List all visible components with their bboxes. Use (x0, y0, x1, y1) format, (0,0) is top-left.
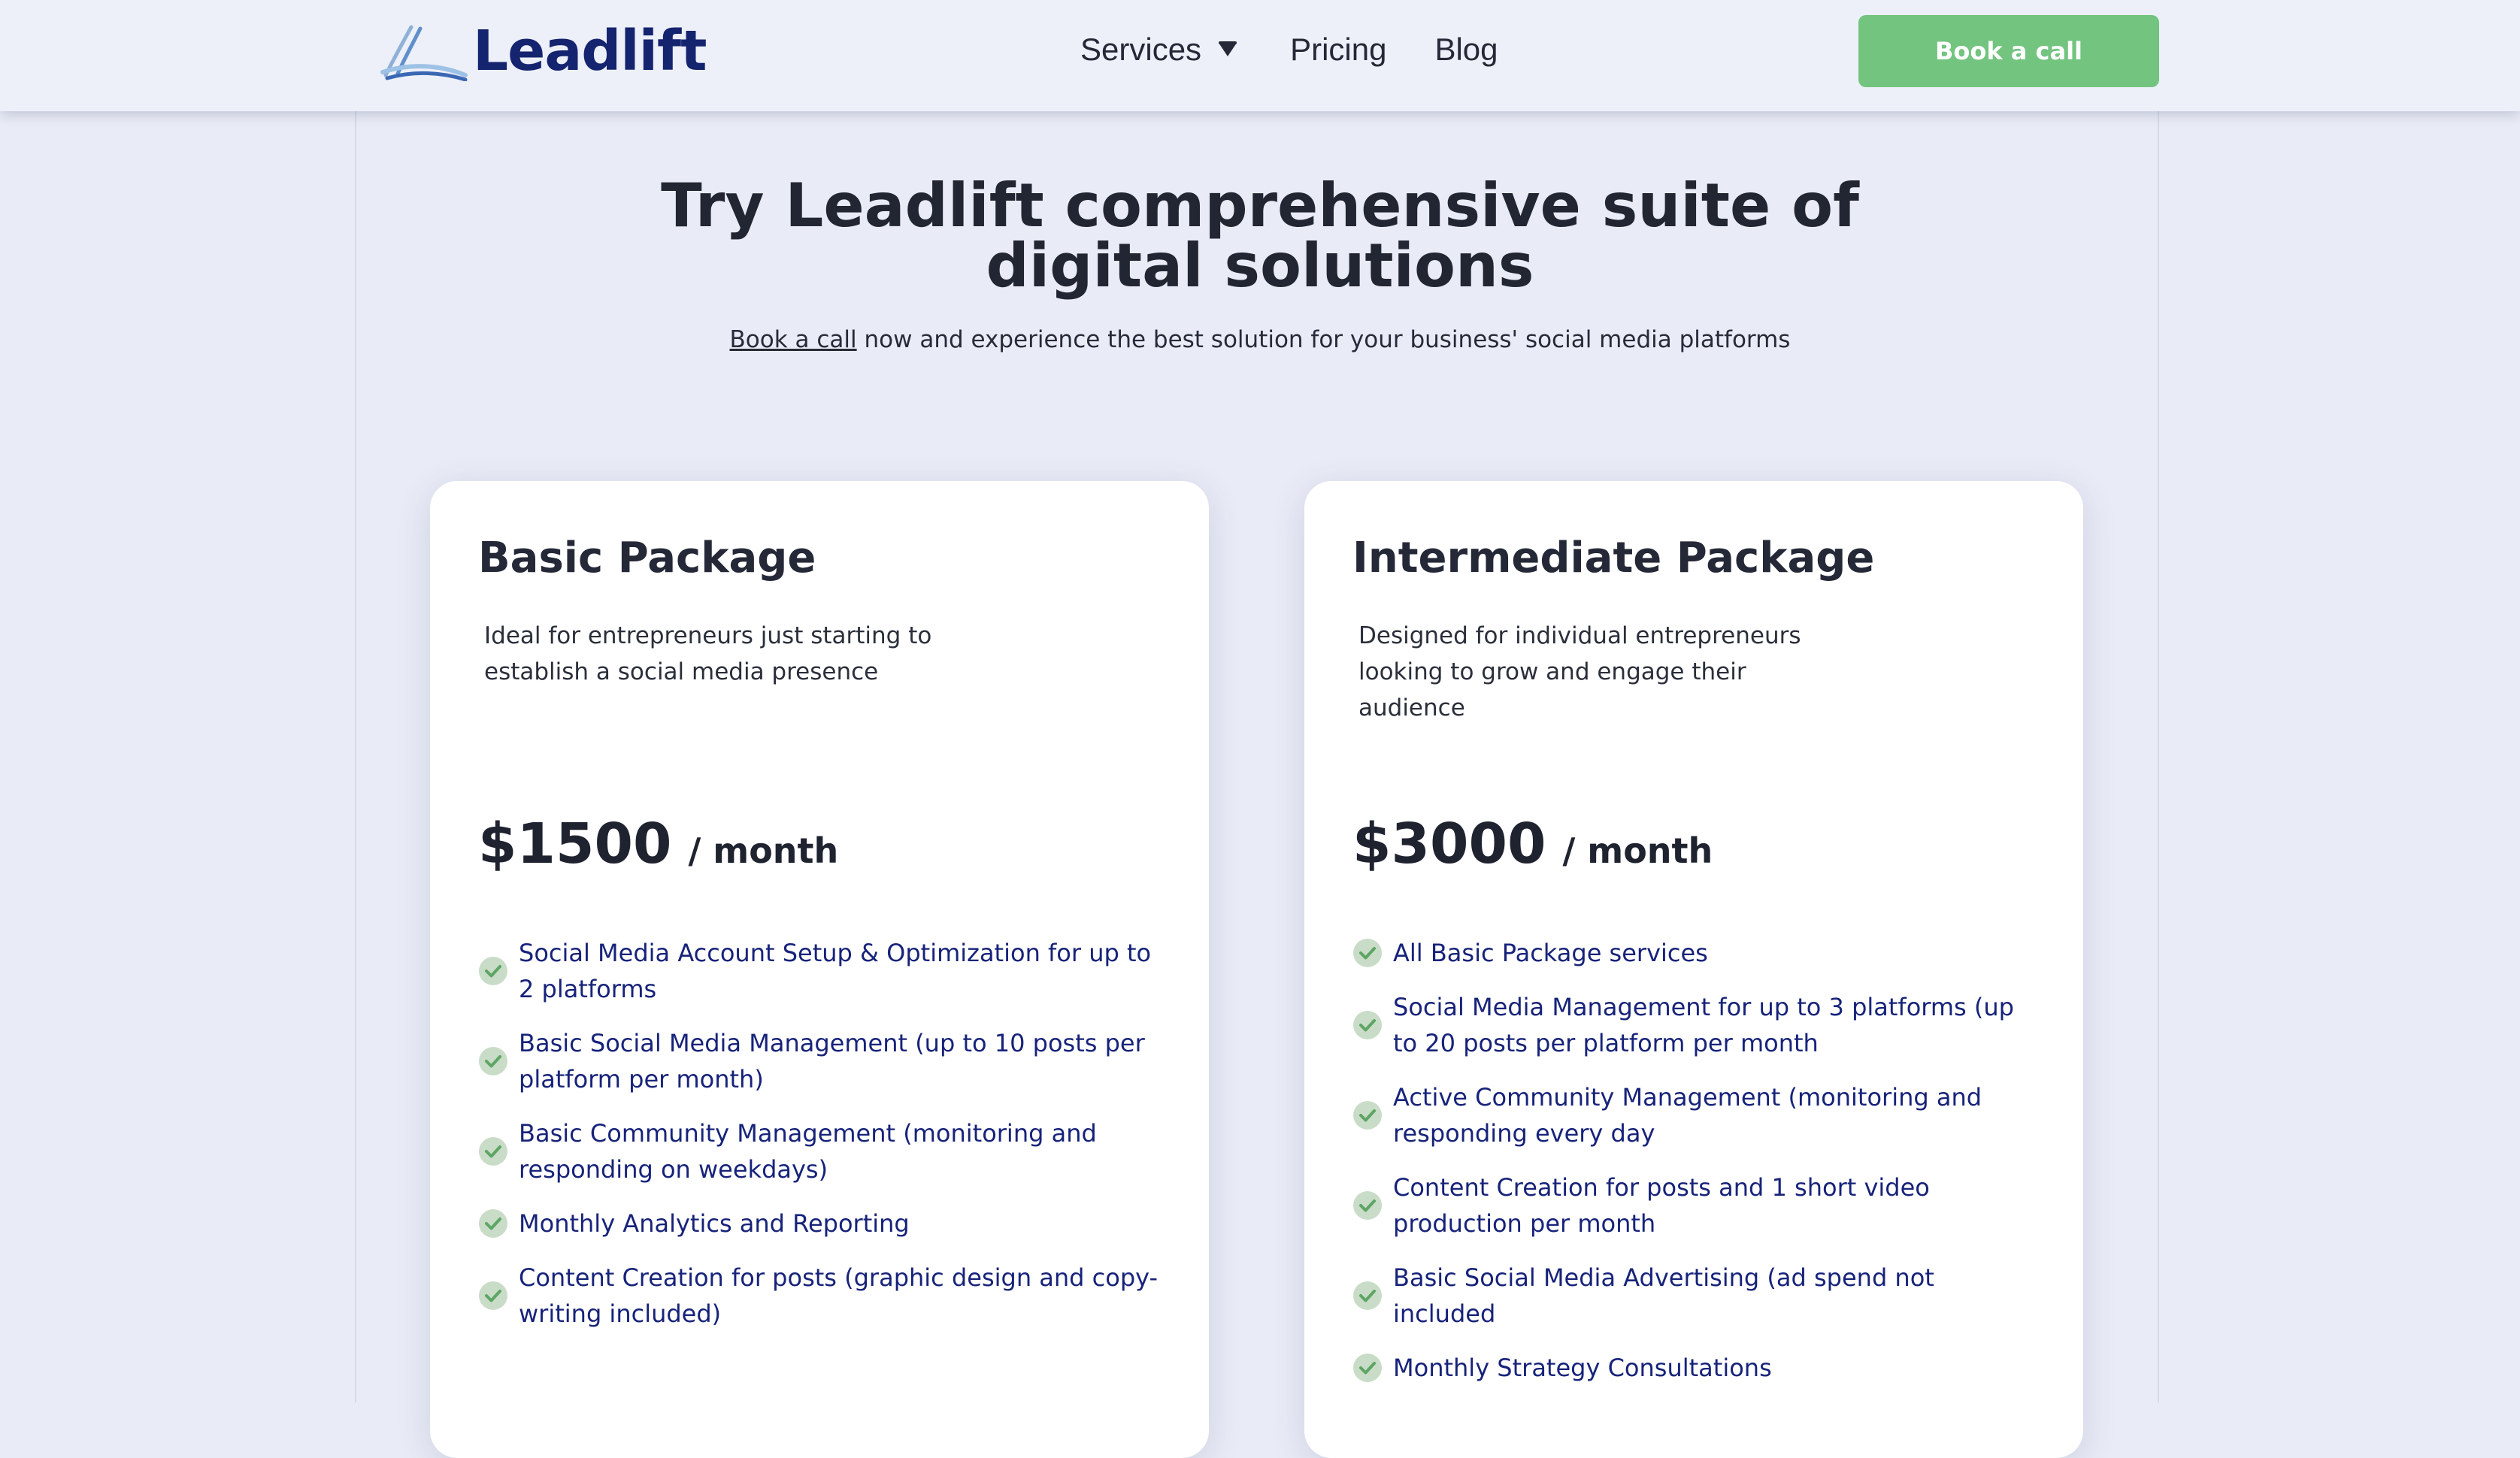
package-price: $3000 / month (1352, 812, 1713, 876)
nav-blog[interactable]: Blog (1434, 32, 1498, 68)
hero-title: Try Leadlift comprehensive suite of digi… (0, 176, 2520, 296)
main-nav: Services Pricing Blog (1080, 26, 1498, 74)
nav-pricing[interactable]: Pricing (1290, 32, 1386, 68)
feature-item: All Basic Package services (1352, 935, 2044, 971)
feature-text: Basic Social Media Management (up to 10 … (519, 1029, 1145, 1094)
check-circle-icon (1353, 1011, 1382, 1039)
feature-text: Content Creation for posts (graphic desi… (519, 1263, 1159, 1328)
feature-item: Basic Social Media Advertising (ad spend… (1352, 1260, 2044, 1332)
brand-name: Leadlift (473, 19, 707, 83)
package-description-line-2: establish a social media presence (484, 658, 879, 685)
hero-subtitle-text: now and experience the best solution for… (856, 326, 1791, 353)
check-circle-icon (479, 1047, 507, 1075)
chevron-down-icon (1218, 41, 1237, 58)
package-description-line-2: looking to grow and engage their audienc… (1358, 658, 1746, 721)
package-description-line-1: Ideal for entrepreneurs just starting to (484, 622, 932, 649)
feature-item: Monthly Strategy Consultations (1352, 1350, 2044, 1386)
nav-services[interactable]: Services (1080, 32, 1237, 68)
feature-text: Monthly Strategy Consultations (1393, 1354, 1772, 1382)
package-card-intermediate: Intermediate Package Designed for indivi… (1304, 481, 2083, 1458)
package-title: Intermediate Package (1352, 534, 1875, 582)
check-circle-icon (1353, 1281, 1382, 1310)
feature-text: Social Media Account Setup & Optimizatio… (519, 939, 1152, 1003)
hero-title-line-1: Try Leadlift comprehensive suite of (661, 171, 1859, 240)
feature-item: Content Creation for posts (graphic desi… (478, 1260, 1170, 1332)
check-circle-icon (1353, 1354, 1382, 1382)
package-description: Designed for individual entrepreneurs lo… (1358, 618, 1825, 726)
price-amount: $3000 (1352, 812, 1546, 876)
book-call-button[interactable]: Book a call (1858, 15, 2159, 87)
check-circle-icon (1353, 939, 1382, 967)
feature-item: Social Media Management for up to 3 plat… (1352, 989, 2044, 1061)
package-description-line-1: Designed for individual entrepreneurs (1358, 622, 1801, 649)
feature-item: Active Community Management (monitoring … (1352, 1079, 2044, 1151)
feature-list: All Basic Package services Social Media … (1352, 935, 2044, 1404)
feature-text: Basic Social Media Advertising (ad spend… (1393, 1263, 1934, 1328)
check-circle-icon (1353, 1101, 1382, 1130)
package-description: Ideal for entrepreneurs just starting to… (484, 618, 950, 690)
check-circle-icon (479, 1209, 507, 1238)
feature-item: Monthly Analytics and Reporting (478, 1205, 1170, 1242)
price-period: / month (688, 830, 839, 871)
feature-item: Basic Social Media Management (up to 10 … (478, 1025, 1170, 1097)
feature-item: Content Creation for posts and 1 short v… (1352, 1169, 2044, 1242)
package-card-basic: Basic Package Ideal for entrepreneurs ju… (430, 481, 1209, 1458)
brand-logo[interactable]: Leadlift (380, 14, 707, 89)
feature-text: Social Media Management for up to 3 plat… (1393, 993, 2014, 1057)
feature-text: All Basic Package services (1393, 939, 1708, 967)
hero-title-line-2: digital solutions (986, 231, 1534, 301)
package-price: $1500 / month (478, 812, 838, 876)
feature-text: Basic Community Management (monitoring a… (519, 1119, 1097, 1184)
check-circle-icon (479, 1137, 507, 1166)
feature-text: Monthly Analytics and Reporting (519, 1209, 910, 1238)
site-header: Leadlift Services Pricing Blog Book a ca… (0, 0, 2520, 111)
hero-subtitle: Book a call now and experience the best … (0, 326, 2520, 353)
check-circle-icon (1353, 1191, 1382, 1220)
package-title: Basic Package (478, 534, 816, 582)
price-amount: $1500 (478, 812, 672, 876)
check-circle-icon (479, 957, 507, 985)
book-call-link[interactable]: Book a call (730, 326, 857, 353)
feature-list: Social Media Account Setup & Optimizatio… (478, 935, 1170, 1350)
feature-text: Active Community Management (monitoring … (1393, 1083, 1982, 1148)
check-circle-icon (479, 1281, 507, 1310)
nav-services-label: Services (1080, 32, 1202, 67)
feature-item: Basic Community Management (monitoring a… (478, 1115, 1170, 1187)
swoosh-logo-icon (380, 25, 468, 81)
feature-item: Social Media Account Setup & Optimizatio… (478, 935, 1170, 1007)
price-period: / month (1562, 830, 1713, 871)
feature-text: Content Creation for posts and 1 short v… (1393, 1173, 1930, 1238)
